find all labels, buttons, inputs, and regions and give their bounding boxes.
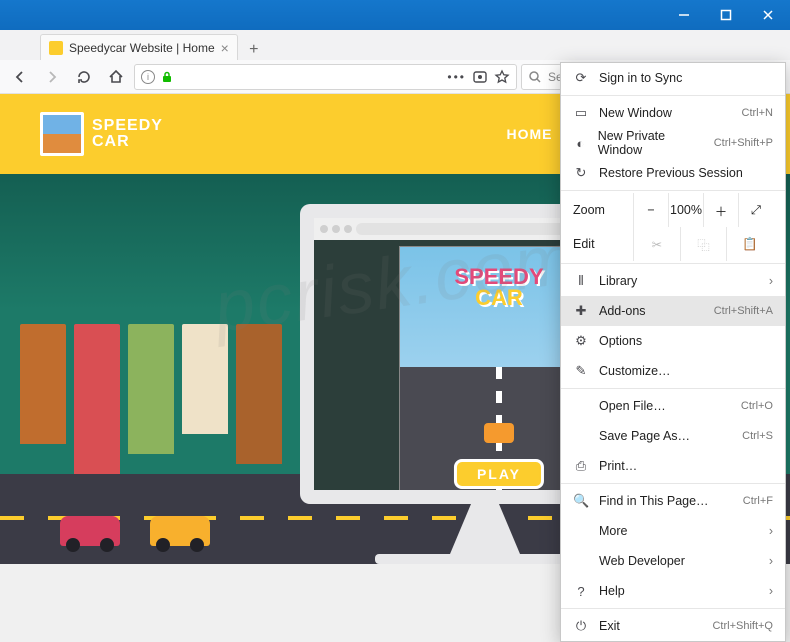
menu-addons[interactable]: ✚Add-onsCtrl+Shift+A xyxy=(561,296,785,326)
chevron-right-icon: › xyxy=(769,524,773,538)
search-icon: 🔍 xyxy=(573,493,589,509)
zoom-value: 100% xyxy=(668,193,703,227)
bookmark-star-icon[interactable] xyxy=(494,69,510,85)
reader-icon[interactable] xyxy=(472,70,488,84)
lock-icon xyxy=(161,71,173,83)
menu-edit: Edit ✂ ⿻ 📋 xyxy=(561,227,785,261)
chevron-right-icon: › xyxy=(769,584,773,598)
edit-label: Edit xyxy=(573,237,633,251)
cut-button[interactable]: ✂ xyxy=(633,227,680,261)
window-titlebar xyxy=(0,0,790,30)
logo-text: SPEEDY CAR xyxy=(92,118,163,150)
url-bar[interactable]: i ••• xyxy=(134,64,517,90)
library-icon: ⫴ xyxy=(573,273,589,289)
page-actions-icon[interactable]: ••• xyxy=(447,70,466,84)
print-icon: ⎙ xyxy=(573,458,589,474)
site-logo[interactable]: SPEEDY CAR xyxy=(40,112,163,156)
zoom-label: Zoom xyxy=(573,203,633,217)
paste-button[interactable]: 📋 xyxy=(726,227,773,261)
menu-find[interactable]: 🔍Find in This Page…Ctrl+F xyxy=(561,486,785,516)
game-car-icon xyxy=(484,423,514,443)
tab-title: Speedycar Website | Home xyxy=(69,41,215,55)
fullscreen-button[interactable]: ⤢ xyxy=(738,193,773,227)
menu-restore-session[interactable]: ↻Restore Previous Session xyxy=(561,158,785,188)
tab-strip: Speedycar Website | Home × + xyxy=(0,30,790,60)
logo-icon xyxy=(40,112,84,156)
menu-new-private[interactable]: ◐New Private WindowCtrl+Shift+P xyxy=(561,128,785,158)
window-close-button[interactable] xyxy=(754,5,782,25)
window-maximize-button[interactable] xyxy=(712,5,740,25)
sync-icon: ⟳ xyxy=(573,70,589,86)
zoom-in-button[interactable]: ＋ xyxy=(703,193,738,227)
reload-button[interactable] xyxy=(70,63,98,91)
app-menu: ⟳Sign in to Sync ▭New WindowCtrl+N ◐New … xyxy=(560,62,786,642)
info-icon[interactable]: i xyxy=(141,70,155,84)
menu-new-window[interactable]: ▭New WindowCtrl+N xyxy=(561,98,785,128)
mask-icon: ◐ xyxy=(573,136,588,151)
menu-open-file[interactable]: Open File…Ctrl+O xyxy=(561,391,785,421)
menu-exit[interactable]: ⏻ExitCtrl+Shift+Q xyxy=(561,611,785,641)
menu-library[interactable]: ⫴Library› xyxy=(561,266,785,296)
menu-help[interactable]: ?Help› xyxy=(561,576,785,606)
play-button[interactable]: PLAY xyxy=(454,459,544,489)
forward-button[interactable] xyxy=(38,63,66,91)
home-button[interactable] xyxy=(102,63,130,91)
window-minimize-button[interactable] xyxy=(670,5,698,25)
addons-icon: ✚ xyxy=(573,303,589,319)
restore-icon: ↻ xyxy=(573,165,589,181)
zoom-out-button[interactable]: − xyxy=(633,193,668,227)
search-icon xyxy=(528,70,542,84)
nav-home[interactable]: HOME xyxy=(507,126,553,142)
copy-button[interactable]: ⿻ xyxy=(680,227,727,261)
menu-options[interactable]: ⚙Options xyxy=(561,326,785,356)
car-icon xyxy=(150,516,210,546)
tab-favicon xyxy=(49,41,63,55)
menu-zoom: Zoom − 100% ＋ ⤢ xyxy=(561,193,785,227)
menu-customize[interactable]: ✎Customize… xyxy=(561,356,785,386)
chevron-right-icon: › xyxy=(769,274,773,288)
browser-tab[interactable]: Speedycar Website | Home × xyxy=(40,34,238,60)
menu-save-page[interactable]: Save Page As…Ctrl+S xyxy=(561,421,785,451)
tab-close-icon[interactable]: × xyxy=(221,40,229,56)
menu-more[interactable]: More› xyxy=(561,516,785,546)
chevron-right-icon: › xyxy=(769,554,773,568)
car-icon xyxy=(60,516,120,546)
menu-web-developer[interactable]: Web Developer› xyxy=(561,546,785,576)
back-button[interactable] xyxy=(6,63,34,91)
menu-print[interactable]: ⎙Print… xyxy=(561,451,785,481)
brush-icon: ✎ xyxy=(573,363,589,379)
logo-line2: CAR xyxy=(92,134,163,150)
window-icon: ▭ xyxy=(573,105,589,121)
menu-sign-in[interactable]: ⟳Sign in to Sync xyxy=(561,63,785,93)
new-tab-button[interactable]: + xyxy=(244,40,264,60)
help-icon: ? xyxy=(573,584,589,599)
exit-icon: ⏻ xyxy=(573,618,589,634)
gear-icon: ⚙ xyxy=(573,333,589,349)
logo-line1: SPEEDY xyxy=(92,118,163,134)
